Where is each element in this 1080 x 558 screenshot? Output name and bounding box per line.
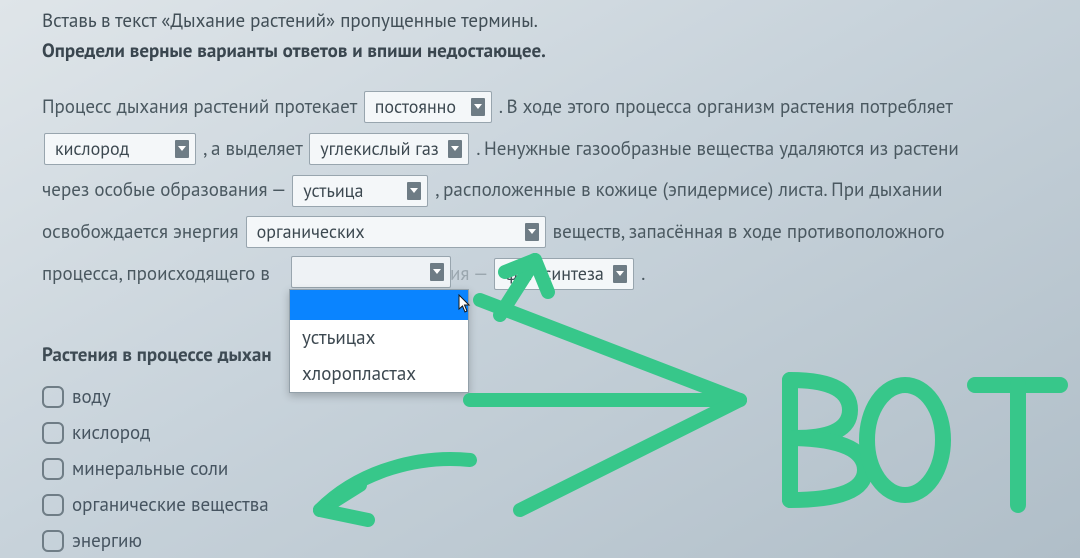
- check-row-2[interactable]: минеральные соли: [42, 451, 1080, 487]
- select-2[interactable]: кислород: [44, 133, 196, 165]
- chevron-down-icon: [471, 98, 485, 116]
- checkbox-icon[interactable]: [42, 494, 64, 516]
- chevron-down-icon: [175, 140, 189, 158]
- text-frag: .: [641, 262, 645, 286]
- select-5-value: органических: [257, 220, 365, 243]
- checkbox-icon[interactable]: [42, 530, 64, 552]
- check-label: воду: [72, 385, 111, 409]
- select-5[interactable]: органических: [246, 216, 546, 248]
- chevron-down-icon: [525, 223, 539, 241]
- select-6-option-2[interactable]: хлоропластах: [290, 356, 468, 392]
- check-label: органические вещества: [72, 493, 269, 517]
- checkbox-icon[interactable]: [42, 458, 64, 480]
- checkbox-icon[interactable]: [42, 386, 64, 408]
- text-frag: веществ, запасённая в ходе противоположн…: [553, 220, 945, 244]
- text-frag: освобождается энергия: [42, 220, 244, 244]
- select-6-option-blank[interactable]: [290, 290, 468, 320]
- intro-line-1: Вставь в текст «Дыхание растений» пропущ…: [42, 8, 1080, 36]
- select-7[interactable]: фотосинтеза: [494, 258, 634, 290]
- check-label: кислород: [72, 421, 150, 445]
- chevron-down-icon: [430, 263, 444, 281]
- select-1-value: постоянно: [375, 95, 456, 118]
- select-6[interactable]: [291, 256, 451, 288]
- check-label: минеральные соли: [72, 457, 228, 481]
- chevron-down-icon: [448, 140, 462, 158]
- select-6-listbox: устьицах хлоропластах: [289, 289, 469, 393]
- checkbox-question: Растения в процессе дыхан ят: [42, 343, 1080, 367]
- text-frag: . Ненужные газообразные вещества удаляют…: [476, 137, 958, 161]
- text-frag: , расположенные в кожице (эпидермисе) ли…: [435, 178, 942, 202]
- check-row-0[interactable]: воду: [42, 379, 1080, 415]
- select-3-value: углекислый газ: [320, 137, 438, 160]
- check-row-3[interactable]: органические вещества: [42, 487, 1080, 523]
- text-frag: процесса, происходящего в: [42, 262, 275, 286]
- select-2-value: кислород: [55, 137, 129, 160]
- fill-text: Процесс дыхания растений протекает посто…: [42, 86, 1080, 294]
- select-1[interactable]: постоянно: [364, 91, 492, 123]
- check-row-4[interactable]: энергию: [42, 523, 1080, 558]
- checkbox-list: воду кислород минеральные соли органичес…: [42, 379, 1080, 558]
- select-4[interactable]: устьица: [292, 175, 428, 207]
- intro-line-2: Определи верные варианты ответов и впиши…: [42, 38, 1080, 65]
- select-7-value: фотосинтеза: [505, 262, 604, 285]
- text-frag: , а выделяет: [203, 137, 307, 161]
- checkbox-icon[interactable]: [42, 422, 64, 444]
- text-frag: . В ходе этого процесса организм растени…: [499, 95, 953, 119]
- chevron-down-icon: [407, 182, 421, 200]
- text-frag: через особые образования —: [42, 178, 290, 202]
- text-frag-obscured: ия —: [450, 262, 492, 286]
- chevron-down-icon: [613, 265, 627, 283]
- check-row-1[interactable]: кислород: [42, 415, 1080, 451]
- text-frag: Процесс дыхания растений протекает: [42, 95, 362, 119]
- check-label: энергию: [72, 529, 142, 553]
- select-3[interactable]: углекислый газ: [309, 133, 469, 165]
- select-6-open: устьицах хлоропластах: [289, 256, 453, 288]
- select-6-option-1[interactable]: устьицах: [290, 320, 468, 356]
- select-4-value: устьица: [303, 179, 363, 202]
